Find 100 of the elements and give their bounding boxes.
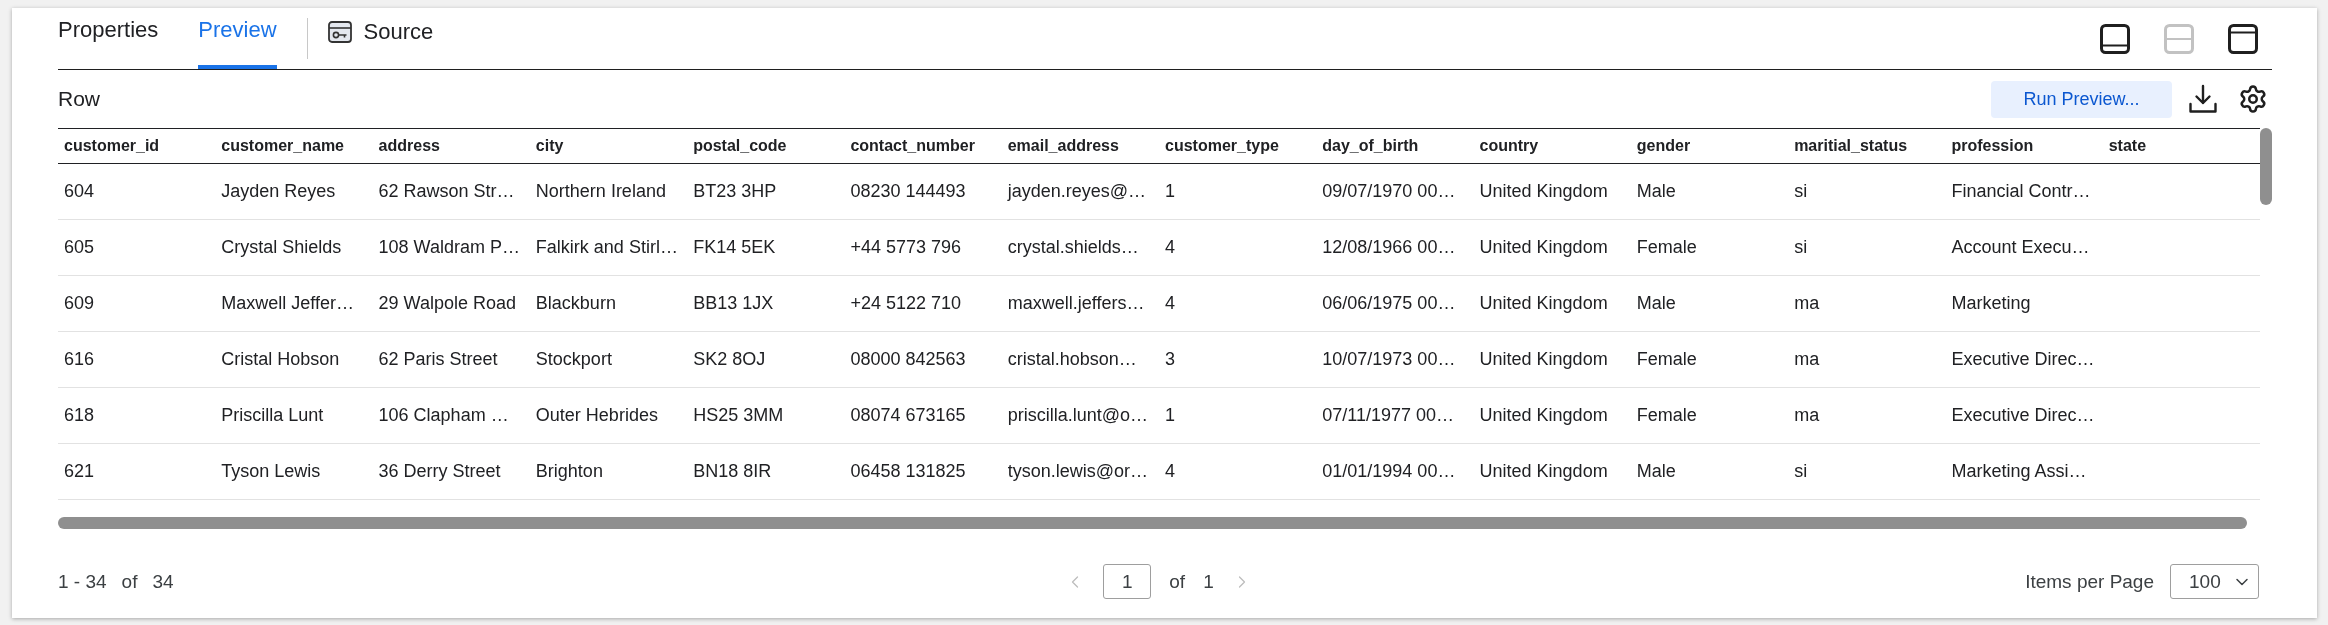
page-number-field[interactable]: 1 (1103, 564, 1152, 599)
table-cell-text: Falkirk and Stirl… (534, 236, 679, 259)
column-header: profession (1950, 136, 2035, 156)
table-cell-text: SK2 8OJ (692, 348, 767, 371)
table-cell-text: 1 (1164, 180, 1176, 203)
table-cell-text: 618 (63, 404, 96, 427)
table-cell-text: 621 (63, 460, 96, 483)
column-header: customer_type (1164, 136, 1280, 156)
table-cell-text: United Kingdom (1478, 460, 1609, 483)
horizontal-scrollbar[interactable] (58, 517, 2247, 529)
column-header: email_address (1006, 136, 1120, 156)
table-cell-text: +24 5122 710 (849, 292, 963, 315)
tab[interactable]: Preview (198, 8, 277, 69)
table-cell-text: 09/07/1970 00… (1321, 180, 1457, 203)
table-cell-text: 604 (63, 180, 96, 203)
table-cell-text: 36 Derry Street (377, 460, 502, 483)
table-cell-text: si (1793, 180, 1809, 203)
table-cell-text: Jayden Reyes (220, 180, 337, 203)
table-cell-text: ma (1793, 292, 1821, 315)
vertical-scrollbar[interactable] (2260, 128, 2272, 205)
table-cell-text: BB13 1JX (692, 292, 775, 315)
column-header: state (2107, 136, 2148, 156)
table-cell-text: Executive Direc… (1950, 404, 2096, 427)
table-cell-text: 4 (1164, 292, 1176, 315)
table-cell-text: 62 Rawson Str… (377, 180, 516, 203)
download-icon[interactable] (2188, 84, 2218, 114)
table-cell-text: Male (1635, 460, 1677, 483)
table-cell-text: tyson.lewis@or… (1006, 460, 1149, 483)
of-label: of (121, 570, 138, 593)
total-count: 34 (152, 570, 174, 593)
page-count: 1 (1203, 570, 1214, 593)
table-cell-text: 06458 131825 (849, 460, 967, 483)
column-header: maritial_status (1793, 136, 1909, 156)
table-cell-text: 616 (63, 348, 96, 371)
of-label: of (1169, 570, 1186, 593)
table-cell-text: cristal.hobson… (1006, 348, 1138, 371)
table-cell-text: Cristal Hobson (220, 348, 341, 371)
table-cell-text: 62 Paris Street (377, 348, 499, 371)
column-header: day_of_birth (1321, 136, 1420, 156)
table-cell-text: Female (1635, 236, 1698, 259)
table-cell-text: 10/07/1973 00… (1321, 348, 1457, 371)
table-cell-text: Marketing Assi… (1950, 460, 2088, 483)
table-cell-text: Male (1635, 180, 1677, 203)
settings-icon[interactable] (2238, 84, 2268, 114)
table-cell-text: Female (1635, 404, 1698, 427)
items-per-page-label: Items per Page (2025, 570, 2154, 593)
column-header: postal_code (692, 136, 788, 156)
table-cell-text: +44 5773 796 (849, 236, 963, 259)
run-preview-button[interactable]: Run Preview... (1991, 80, 2172, 118)
table-cell-text: FK14 5EK (692, 236, 777, 259)
table-cell-text: 1 (1164, 404, 1176, 427)
table-cell-text: ma (1793, 348, 1821, 371)
items-per-page-select[interactable]: 100 (2170, 564, 2259, 599)
table-cell-text: 605 (63, 236, 96, 259)
column-header: gender (1635, 136, 1692, 156)
table-cell-text: BT23 3HP (692, 180, 778, 203)
table-cell-text: 06/06/1975 00… (1321, 292, 1457, 315)
table-cell-text: 106 Clapham … (377, 404, 510, 427)
table-cell-text: Crystal Shields (220, 236, 343, 259)
table-cell-text: 108 Waldram P… (377, 236, 521, 259)
table-cell-text: 07/11/1977 00… (1321, 404, 1456, 427)
table-cell-text: Maxwell Jeffer… (220, 292, 355, 315)
table-cell-text: 01/01/1994 00… (1321, 460, 1457, 483)
column-header: customer_id (63, 136, 161, 156)
table-cell-text: Male (1635, 292, 1677, 315)
section-title: Row (58, 87, 100, 111)
table-cell-text: United Kingdom (1478, 292, 1609, 315)
table-cell-text: 08000 842563 (849, 348, 967, 371)
table-cell-text: crystal.shields… (1006, 236, 1140, 259)
window-key-icon (327, 20, 352, 43)
source-button[interactable]: Source (327, 8, 434, 69)
table-cell-text: Priscilla Lunt (220, 404, 325, 427)
table-cell-text: Tyson Lewis (220, 460, 322, 483)
panel-bottom-icon[interactable] (2100, 23, 2130, 54)
column-header: country (1478, 136, 1540, 156)
table-cell-text: Outer Hebrides (534, 404, 659, 427)
tab[interactable]: Properties (58, 8, 159, 69)
column-header: address (377, 136, 441, 156)
panel-top-icon[interactable] (2228, 23, 2258, 54)
table-cell-text: 12/08/1966 00… (1321, 236, 1457, 259)
table-cell-text: Stockport (534, 348, 613, 371)
table-cell-text: si (1793, 236, 1809, 259)
table-cell-text: priscilla.lunt@o… (1006, 404, 1150, 427)
column-header: city (534, 136, 565, 156)
table-cell-text: 08230 144493 (849, 180, 967, 203)
table-cell-text: Northern Ireland (534, 180, 667, 203)
table-cell-text: United Kingdom (1478, 180, 1609, 203)
table-cell-text: Executive Direc… (1950, 348, 2096, 371)
table-cell-text: si (1793, 460, 1809, 483)
table-cell-text: 29 Walpole Road (377, 292, 517, 315)
table-cell-text: jayden.reyes@… (1006, 180, 1148, 203)
range-text: 1 - 34 (58, 570, 107, 593)
table-cell-text: United Kingdom (1478, 404, 1609, 427)
table-cell-text: 4 (1164, 460, 1176, 483)
table-cell-text: 08074 673165 (849, 404, 967, 427)
table-cell-text: 3 (1164, 348, 1176, 371)
table-cell-text: maxwell.jeffers… (1006, 292, 1146, 315)
table-cell-text: United Kingdom (1478, 236, 1609, 259)
table-cell-text: United Kingdom (1478, 348, 1609, 371)
table-cell-text: Account Execu… (1950, 236, 2091, 259)
